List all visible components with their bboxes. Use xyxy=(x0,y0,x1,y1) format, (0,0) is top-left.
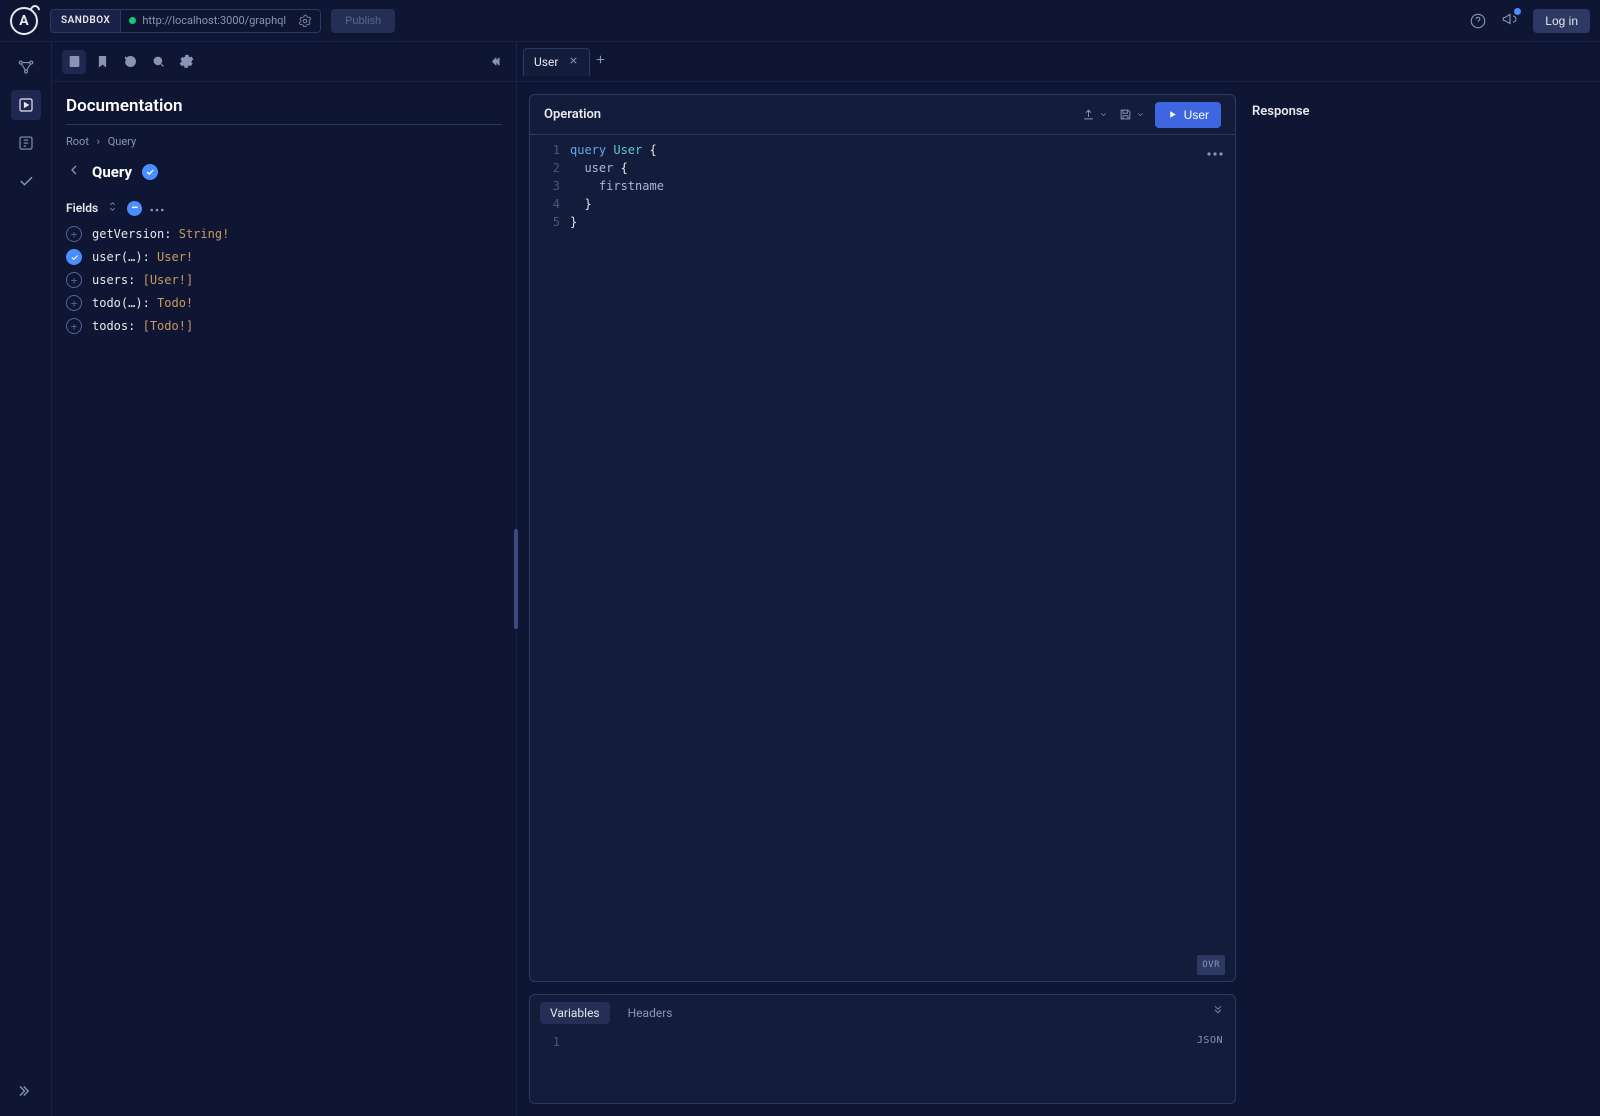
breadcrumb-root[interactable]: Root xyxy=(66,135,89,148)
sort-icon[interactable] xyxy=(106,200,119,216)
documentation-title: Documentation xyxy=(66,96,502,116)
gear-icon[interactable] xyxy=(298,14,312,28)
operation-editor[interactable]: 12345 query User { user { firstname }} O… xyxy=(530,135,1235,981)
field-row[interactable]: +todo(…): Todo! xyxy=(66,295,502,311)
type-selected-badge xyxy=(142,164,158,180)
doc-tab-settings[interactable] xyxy=(174,50,198,74)
field-row[interactable]: +todos: [Todo!] xyxy=(66,318,502,334)
rail-schema-icon[interactable] xyxy=(11,52,41,82)
rail-explorer-icon[interactable] xyxy=(11,90,41,120)
doc-tab-docs[interactable] xyxy=(62,50,86,74)
tab-headers[interactable]: Headers xyxy=(618,1002,683,1024)
fields-label: Fields xyxy=(66,201,98,215)
collapse-variables-icon[interactable] xyxy=(1211,1004,1225,1022)
notification-dot-icon xyxy=(1514,8,1521,15)
login-button[interactable]: Log in xyxy=(1533,9,1590,33)
announcements-button[interactable] xyxy=(1501,10,1519,32)
documentation-sidebar: Documentation Root › Query Query Fields … xyxy=(52,42,517,1116)
editor-more-icon[interactable] xyxy=(1207,143,1223,161)
field-row[interactable]: +getVersion: String! xyxy=(66,226,502,242)
back-arrow-icon[interactable] xyxy=(66,162,82,182)
save-icon[interactable] xyxy=(1118,107,1145,122)
close-icon[interactable] xyxy=(568,55,579,69)
operation-title: Operation xyxy=(544,107,601,122)
rail-checks-icon[interactable] xyxy=(11,166,41,196)
topbar: A SANDBOX http://localhost:3000/graphql … xyxy=(0,0,1600,42)
tab-variables[interactable]: Variables xyxy=(540,1002,610,1024)
response-title: Response xyxy=(1248,94,1588,129)
deselect-all-icon[interactable]: − xyxy=(127,201,142,216)
breadcrumb: Root › Query xyxy=(66,135,502,148)
field-selected-icon[interactable] xyxy=(66,249,82,265)
endpoint-url-box[interactable]: http://localhost:3000/graphql xyxy=(121,9,321,33)
field-add-icon[interactable]: + xyxy=(66,272,82,288)
apollo-logo[interactable]: A xyxy=(10,7,38,35)
endpoint-url: http://localhost:3000/graphql xyxy=(142,14,286,27)
field-add-icon[interactable]: + xyxy=(66,295,82,311)
ovr-badge: OVR xyxy=(1197,955,1225,975)
field-row[interactable]: +users: [User!] xyxy=(66,272,502,288)
doc-tab-bookmark[interactable] xyxy=(90,50,114,74)
sidebar-resize-handle[interactable] xyxy=(514,529,518,629)
variables-editor[interactable]: 1 JSON xyxy=(530,1031,1235,1103)
publish-button[interactable]: Publish xyxy=(331,9,395,33)
share-icon[interactable] xyxy=(1081,107,1108,122)
run-button[interactable]: User xyxy=(1155,102,1221,128)
rail-expand-icon[interactable] xyxy=(11,1076,41,1106)
field-row[interactable]: user(…): User! xyxy=(66,249,502,265)
field-add-icon[interactable]: + xyxy=(66,226,82,242)
operation-panel: Operation xyxy=(529,94,1236,982)
doc-tab-search[interactable] xyxy=(146,50,170,74)
doc-tab-history[interactable] xyxy=(118,50,142,74)
editor-tabs: User xyxy=(517,42,1600,82)
help-icon[interactable] xyxy=(1469,12,1487,30)
sandbox-badge[interactable]: SANDBOX xyxy=(50,9,121,33)
rail-diff-icon[interactable] xyxy=(11,128,41,158)
type-name: Query xyxy=(92,163,132,181)
collapse-sidebar-icon[interactable] xyxy=(482,50,506,74)
json-badge: JSON xyxy=(1197,1035,1223,1046)
status-dot xyxy=(129,17,136,24)
variables-panel: Variables Headers 1 JSON xyxy=(529,994,1236,1104)
tab-user[interactable]: User xyxy=(523,48,590,76)
section-divider xyxy=(66,124,502,125)
tab-label: User xyxy=(534,55,558,69)
add-tab-icon[interactable] xyxy=(594,53,607,70)
left-rail xyxy=(0,42,52,1116)
field-add-icon[interactable]: + xyxy=(66,318,82,334)
field-list: +getVersion: String! user(…): User! +users… xyxy=(66,226,502,334)
fields-more-icon[interactable] xyxy=(150,201,164,215)
response-panel: Response xyxy=(1248,94,1588,1116)
breadcrumb-current[interactable]: Query xyxy=(108,135,137,148)
